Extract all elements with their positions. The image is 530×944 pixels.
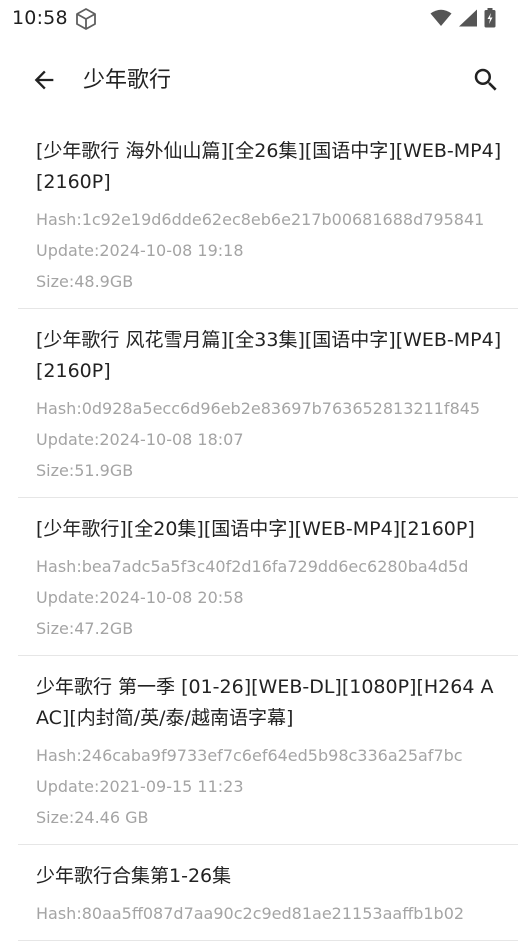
result-title: [少年歌行 风花雪月篇][全33集][国语中字][WEB-MP4][2160P]	[36, 329, 502, 382]
status-icons	[430, 8, 496, 28]
result-item[interactable]: [少年歌行][全20集][国语中字][WEB-MP4][2160P] Hash:…	[18, 498, 518, 656]
result-list: [少年歌行 海外仙山篇][全26集][国语中字][WEB-MP4][2160P]…	[0, 120, 530, 941]
result-size: Size:48.9GB	[36, 272, 134, 291]
wifi-icon	[430, 9, 452, 26]
result-hash: Hash:0d928a5ecc6d96eb2e83697b76365281321…	[36, 399, 481, 418]
result-hash: Hash:1c92e19d6dde62ec8eb6e217b00681688d7…	[36, 210, 485, 229]
result-hash: Hash:80aa5ff087d7aa90c2c9ed81ae21153aaff…	[36, 904, 465, 923]
battery-charging-icon	[484, 8, 496, 28]
search-button[interactable]	[464, 58, 508, 102]
result-item[interactable]: 少年歌行 第一季 [01-26][WEB-DL][1080P][H264 AAC…	[18, 656, 518, 845]
result-item[interactable]: [少年歌行 风花雪月篇][全33集][国语中字][WEB-MP4][2160P]…	[18, 309, 518, 498]
result-update: Update:2024-10-08 18:07	[36, 430, 244, 449]
result-hash: Hash:bea7adc5a5f3c40f2d16fa729dd6ec6280b…	[36, 557, 469, 576]
result-size: Size:24.46 GB	[36, 808, 149, 827]
result-size: Size:51.9GB	[36, 461, 134, 480]
status-time: 10:58	[12, 7, 68, 29]
app-bar: 少年歌行	[0, 38, 530, 120]
search-icon	[474, 68, 497, 91]
arrow-back-icon	[34, 70, 54, 90]
result-size: Size:47.2GB	[36, 619, 134, 638]
result-title: 少年歌行 第一季 [01-26][WEB-DL][1080P][H264 AAC…	[36, 676, 494, 729]
status-bar: 10:58	[0, 0, 530, 38]
result-item[interactable]: [少年歌行 海外仙山篇][全26集][国语中字][WEB-MP4][2160P]…	[18, 120, 518, 309]
result-update: Update:2021-09-15 11:23	[36, 777, 244, 796]
result-title: 少年歌行合集第1-26集	[36, 865, 232, 887]
cellular-signal-icon	[459, 9, 477, 27]
result-update: Update:2024-10-08 20:58	[36, 588, 244, 607]
result-title: [少年歌行][全20集][国语中字][WEB-MP4][2160P]	[36, 518, 475, 540]
result-title: [少年歌行 海外仙山篇][全26集][国语中字][WEB-MP4][2160P]	[36, 140, 502, 193]
result-hash: Hash:246caba9f9733ef7c6ef64ed5b98c336a25…	[36, 746, 463, 765]
result-update: Update:2024-10-08 19:18	[36, 241, 244, 260]
result-item[interactable]: 少年歌行合集第1-26集 Hash:80aa5ff087d7aa90c2c9ed…	[18, 845, 518, 941]
page-title: 少年歌行	[83, 68, 172, 93]
back-button[interactable]	[22, 58, 66, 102]
cube-icon	[76, 8, 96, 30]
